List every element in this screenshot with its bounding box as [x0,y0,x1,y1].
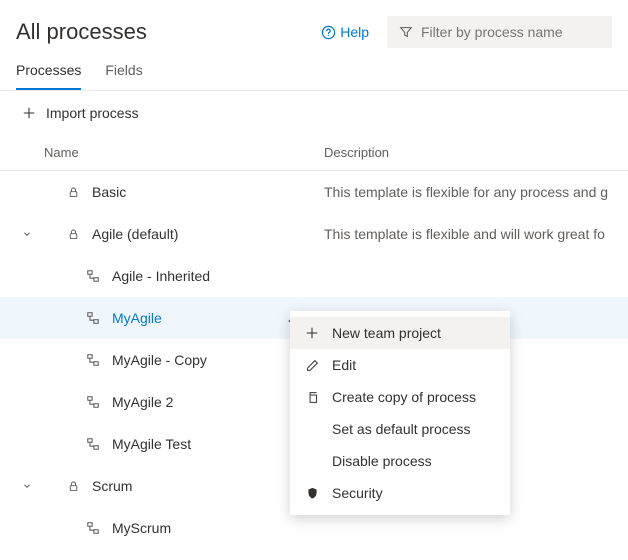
context-menu: New team project Edit Create copy of proce… [290,311,510,515]
table-header: Name Description [0,135,628,171]
menu-item-edit[interactable]: Edit [290,349,510,381]
row-left: Basic [20,184,324,200]
inherit-icon [84,353,102,367]
row-left: Agile - Inherited [20,268,324,284]
process-row[interactable]: Agile (default) This template is flexible… [0,213,628,255]
plus-icon [22,106,36,120]
row-left: MyAgile - Copy [20,352,324,368]
process-description: This template is flexible and will work … [324,226,612,242]
chevron-down-icon[interactable] [20,481,34,491]
shield-icon [304,487,320,500]
filter-icon [399,25,413,39]
menu-item-security[interactable]: Security [290,477,510,509]
process-name[interactable]: MyAgile Test [112,436,191,452]
menu-item-label: New team project [332,325,441,341]
page-header: All processes Help [0,0,628,48]
process-row[interactable]: Agile - Inherited [0,255,628,297]
process-name[interactable]: Scrum [92,478,132,494]
process-name[interactable]: MyAgile - Copy [112,352,207,368]
inherit-icon [84,437,102,451]
chevron-down-icon[interactable] [20,229,34,239]
menu-item-create-copy-of-process[interactable]: Create copy of process [290,381,510,413]
process-name[interactable]: Basic [92,184,126,200]
menu-item-label: Edit [332,357,356,373]
menu-item-label: Security [332,485,383,501]
row-left: Scrum [20,478,324,494]
process-name[interactable]: MyAgile 2 [112,394,173,410]
process-name[interactable]: Agile - Inherited [112,268,210,284]
tab-fields[interactable]: Fields [105,62,142,90]
pencil-icon [304,359,320,372]
process-name[interactable]: MyScrum [112,520,171,536]
filter-input[interactable] [421,24,600,40]
copy-icon [304,391,320,404]
import-process-button[interactable]: Import process [0,91,628,135]
inherit-icon [84,395,102,409]
page-title: All processes [16,19,147,45]
filter-box[interactable] [387,16,612,48]
menu-item-new-team-project[interactable]: New team project [290,317,510,349]
lock-icon [64,480,82,493]
lock-icon [64,186,82,199]
menu-item-set-as-default-process[interactable]: Set as default process [290,413,510,445]
process-description: This template is flexible for any proces… [324,184,612,200]
plus-icon [304,326,320,340]
menu-item-disable-process[interactable]: Disable process [290,445,510,477]
help-label: Help [340,24,369,40]
process-rows: Basic This template is flexible for any p… [0,171,628,549]
tab-processes[interactable]: Processes [16,62,81,90]
inherit-icon [84,269,102,283]
inherit-icon [84,521,102,535]
help-link[interactable]: Help [321,24,369,40]
row-left: MyAgile 2 [20,394,324,410]
process-name[interactable]: MyAgile [112,310,162,326]
row-left: MyScrum [20,520,324,536]
row-left: MyAgile [20,310,324,326]
column-description-header: Description [324,145,612,160]
column-name-header: Name [44,145,324,160]
process-row[interactable]: Basic This template is flexible for any p… [0,171,628,213]
row-left: MyAgile Test [20,436,324,452]
menu-item-label: Disable process [332,453,432,469]
import-process-label: Import process [46,105,139,121]
process-name[interactable]: Agile (default) [92,226,178,242]
inherit-icon [84,311,102,325]
row-left: Agile (default) [20,226,324,242]
lock-icon [64,228,82,241]
help-icon [321,25,336,40]
menu-item-label: Create copy of process [332,389,476,405]
tabs: Processes Fields [0,48,628,91]
menu-item-label: Set as default process [332,421,471,437]
